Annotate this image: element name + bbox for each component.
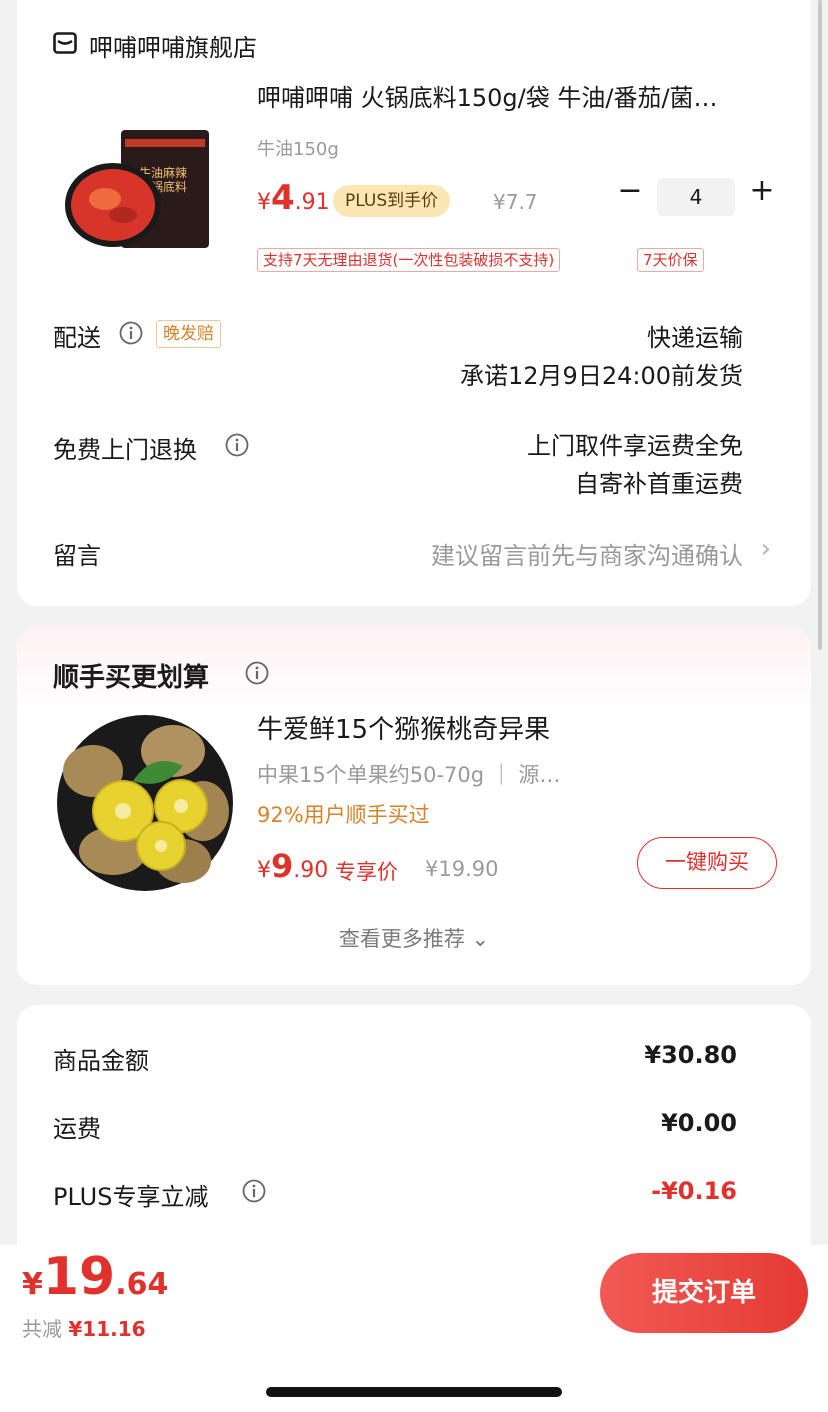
price-currency: ¥ (257, 190, 271, 215)
message-input[interactable]: 建议留言前先与商家沟通确认 (431, 536, 743, 571)
view-more-recommendations-link[interactable]: 查看更多推荐 ⌄ (17, 923, 811, 953)
return-pickup-info: 上门取件享运费全免 (527, 432, 743, 460)
late-delivery-badge: 晚发赔 (156, 320, 221, 348)
info-icon[interactable] (245, 661, 269, 685)
plus-discount-value: -¥0.16 (651, 1177, 737, 1205)
store-icon (53, 32, 77, 54)
saved-label: 共减 (22, 1317, 62, 1341)
info-icon[interactable] (242, 1179, 266, 1203)
subtotal-value: ¥30.80 (644, 1041, 737, 1069)
subtotal-label: 商品金额 (53, 1047, 149, 1075)
delivery-label: 配送 (53, 324, 101, 352)
original-price: ¥7.7 (493, 190, 538, 214)
one-click-buy-button[interactable]: 一键购买 (637, 837, 777, 889)
info-icon[interactable] (119, 321, 143, 345)
return-policy-tag: 支持7天无理由退货(一次性包装破损不支持) (257, 248, 561, 272)
plus-price-badge: PLUS到手价 (333, 185, 451, 217)
product-price: ¥4.91 (257, 178, 330, 218)
product-spec[interactable]: 牛油150g (257, 135, 339, 161)
price-integer: 4 (271, 178, 295, 218)
delivery-method[interactable]: 快递运输 (647, 318, 743, 353)
quantity-input[interactable]: 4 (657, 178, 735, 216)
addon-social-proof: 92%用户顺手买过 (257, 803, 430, 827)
saved-amount: ¥11.16 (68, 1317, 146, 1341)
plus-discount-label: PLUS专享立减 (53, 1183, 209, 1211)
chevron-right-icon[interactable]: › (761, 534, 771, 564)
home-indicator[interactable] (266, 1387, 562, 1397)
exclusive-price-label: 专享价 (335, 860, 398, 884)
info-icon[interactable] (225, 433, 249, 457)
home-indicator-area (0, 1345, 828, 1412)
price-integer: 9 (271, 847, 294, 885)
total-currency: ¥ (22, 1267, 43, 1302)
checkout-bar: ¥19.64 共减 ¥11.16 提交订单 (0, 1245, 828, 1345)
message-label: 留言 (53, 542, 101, 570)
quantity-increase-button[interactable]: + (747, 176, 777, 206)
store-name[interactable]: 呷哺呷哺旗舰店 (89, 28, 257, 63)
delivery-promise[interactable]: 承诺12月9日24:00前发货 (460, 356, 743, 391)
total-integer: 19 (42, 1247, 116, 1307)
addon-product-spec[interactable]: 中果15个单果约50-70g ｜ 源… (257, 759, 560, 789)
return-self-send-info: 自寄补首重运费 (575, 470, 743, 498)
addon-product-title[interactable]: 牛爱鲜15个猕猴桃奇异果 (257, 709, 550, 746)
price-summary-card: 商品金额 ¥30.80 运费 ¥0.00 PLUS专享立减 -¥0.16 (17, 1005, 811, 1265)
submit-order-button[interactable]: 提交订单 (600, 1253, 808, 1333)
quantity-decrease-button[interactable]: − (615, 176, 645, 206)
addon-price: ¥9.90 (257, 847, 328, 885)
addon-original-price: ¥19.90 (425, 857, 499, 881)
product-title[interactable]: 呷哺呷哺 火锅底料150g/袋 牛油/番茄/菌… (257, 78, 777, 113)
shipping-label: 运费 (53, 1115, 101, 1143)
total-decimal: .64 (115, 1267, 169, 1302)
addon-recommendation-card: 顺手买更划算 牛爱鲜15个猕猴桃奇异果 中果15个单果约50-70g ｜ 源… … (17, 627, 811, 985)
order-card: 呷哺呷哺旗舰店 牛油麻辣 火锅底料 呷哺呷哺 火锅底料150g/袋 牛油/番茄/… (17, 0, 811, 606)
price-currency: ¥ (257, 858, 271, 883)
price-decimal: .91 (294, 190, 330, 215)
addon-section-title: 顺手买更划算 (53, 663, 210, 693)
total-saved: 共减 ¥11.16 (22, 1313, 146, 1342)
price-protection-tag: 7天价保 (637, 248, 704, 272)
scrollbar[interactable] (818, 0, 822, 650)
product-image[interactable]: 牛油麻辣 火锅底料 (63, 125, 213, 250)
shipping-value: ¥0.00 (661, 1109, 737, 1137)
kiwi-product-image[interactable] (53, 711, 233, 891)
total-price: ¥19.64 (22, 1247, 168, 1307)
free-return-label: 免费上门退换 (53, 436, 197, 464)
price-decimal: .90 (293, 858, 329, 883)
